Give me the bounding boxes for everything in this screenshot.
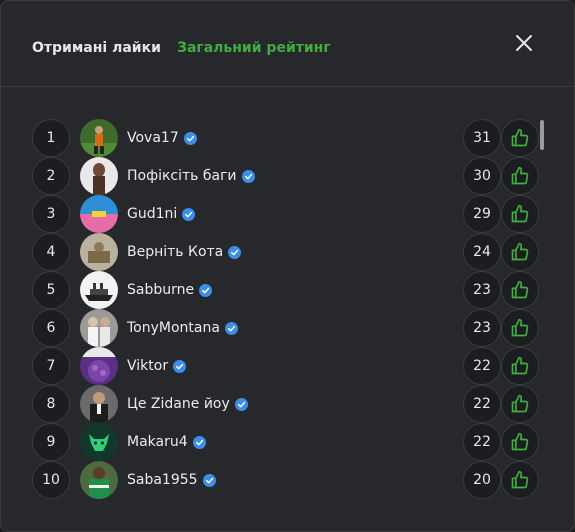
rank-badge: 3 <box>32 195 70 233</box>
verified-icon <box>234 397 248 411</box>
rank-badge: 8 <box>32 385 70 423</box>
like-count: 24 <box>463 233 501 271</box>
like-count: 29 <box>463 195 501 233</box>
tab-received-likes[interactable]: Отримані лайки <box>32 39 161 57</box>
list-item: 8 Це Zidane йоу 22 <box>1 385 546 423</box>
like-count: 23 <box>463 271 501 309</box>
like-count: 22 <box>463 385 501 423</box>
avatar[interactable] <box>80 271 118 309</box>
avatar[interactable] <box>80 347 118 385</box>
rank-badge: 4 <box>32 233 70 271</box>
verified-icon <box>228 245 242 259</box>
rank-badge: 1 <box>32 119 70 157</box>
list-item: 5 Sabburne 23 <box>1 271 546 309</box>
like-button[interactable] <box>501 461 539 499</box>
thumbs-up-icon <box>511 166 529 185</box>
rank-badge: 5 <box>32 271 70 309</box>
thumbs-up-icon <box>511 394 529 413</box>
verified-icon <box>224 321 238 335</box>
like-count: 31 <box>463 119 501 157</box>
avatar[interactable] <box>80 119 118 157</box>
rank-badge: 6 <box>32 309 70 347</box>
like-button[interactable] <box>501 423 539 461</box>
scrollbar-thumb[interactable] <box>540 120 544 150</box>
user-name[interactable]: Пофіксіть баги <box>127 167 255 185</box>
like-button[interactable] <box>501 271 539 309</box>
thumbs-up-icon <box>511 356 529 375</box>
avatar[interactable] <box>80 195 118 233</box>
rank-badge: 10 <box>32 461 70 499</box>
rank-badge: 2 <box>32 157 70 195</box>
list-item: 10 Saba1955 20 <box>1 461 546 499</box>
list-item: 4 Верніть Кота 24 <box>1 233 546 271</box>
user-name[interactable]: Viktor <box>127 357 187 375</box>
likes-modal: Отримані лайки Загальний рейтинг 1 Vova1… <box>0 0 575 532</box>
avatar[interactable] <box>80 309 118 347</box>
like-button[interactable] <box>501 347 539 385</box>
user-name[interactable]: Sabburne <box>127 281 213 299</box>
verified-icon <box>183 131 197 145</box>
avatar[interactable] <box>80 157 118 195</box>
verified-icon <box>202 473 216 487</box>
list-item: 9 Makaru4 22 <box>1 423 546 461</box>
user-name[interactable]: Vova17 <box>127 129 197 147</box>
thumbs-up-icon <box>511 242 529 261</box>
like-button[interactable] <box>501 233 539 271</box>
avatar[interactable] <box>80 385 118 423</box>
like-button[interactable] <box>501 195 539 233</box>
like-button[interactable] <box>501 309 539 347</box>
close-button[interactable] <box>513 32 535 54</box>
list-item: 6 TonyMontana 23 <box>1 309 546 347</box>
list-item: 1 Vova17 31 <box>1 119 546 157</box>
like-count: 30 <box>463 157 501 195</box>
like-count: 20 <box>463 461 501 499</box>
verified-icon <box>199 283 213 297</box>
avatar[interactable] <box>80 233 118 271</box>
thumbs-up-icon <box>511 280 529 299</box>
like-count: 22 <box>463 347 501 385</box>
thumbs-up-icon <box>511 318 529 337</box>
like-button[interactable] <box>501 385 539 423</box>
verified-icon <box>192 435 206 449</box>
like-count: 22 <box>463 423 501 461</box>
modal-header: Отримані лайки Загальний рейтинг <box>1 1 574 87</box>
avatar[interactable] <box>80 461 118 499</box>
user-name[interactable]: Makaru4 <box>127 433 206 451</box>
close-icon <box>516 35 532 51</box>
user-name[interactable]: Gud1ni <box>127 205 196 223</box>
like-button[interactable] <box>501 157 539 195</box>
rank-badge: 9 <box>32 423 70 461</box>
user-name[interactable]: Верніть Кота <box>127 243 242 261</box>
like-count: 23 <box>463 309 501 347</box>
rank-badge: 7 <box>32 347 70 385</box>
thumbs-up-icon <box>511 204 529 223</box>
tab-overall-rating[interactable]: Загальний рейтинг <box>177 39 331 57</box>
list-item: 3 Gud1ni 29 <box>1 195 546 233</box>
thumbs-up-icon <box>511 470 529 489</box>
user-name[interactable]: TonyMontana <box>127 319 238 337</box>
verified-icon <box>241 169 255 183</box>
thumbs-up-icon <box>511 128 529 147</box>
user-name[interactable]: Це Zidane йоу <box>127 395 248 413</box>
like-button[interactable] <box>501 119 539 157</box>
thumbs-up-icon <box>511 432 529 451</box>
verified-icon <box>173 359 187 373</box>
list-item: 2 Пофіксіть баги 30 <box>1 157 546 195</box>
verified-icon <box>182 207 196 221</box>
list-item: 7 Viktor 22 <box>1 347 546 385</box>
avatar[interactable] <box>80 423 118 461</box>
user-name[interactable]: Saba1955 <box>127 471 216 489</box>
